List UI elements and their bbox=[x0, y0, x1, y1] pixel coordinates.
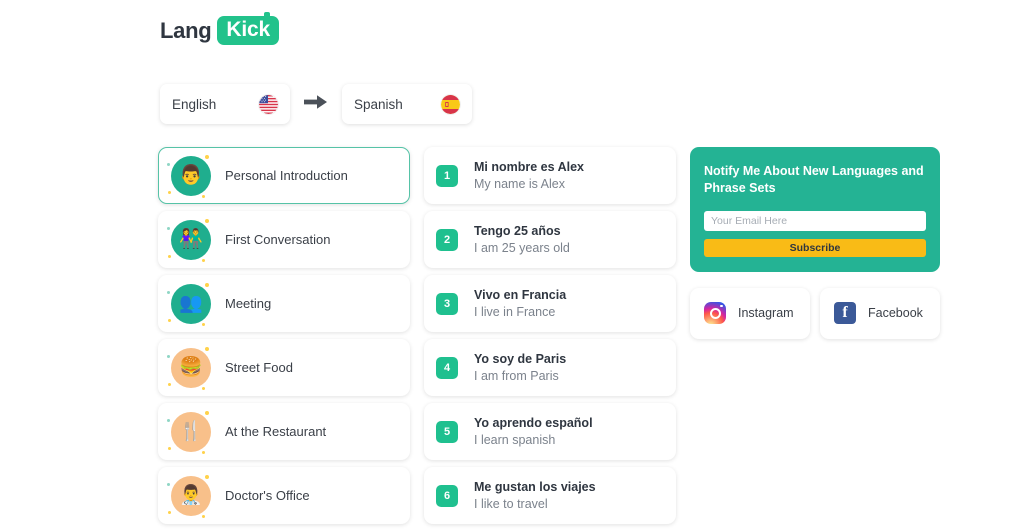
doctor-icon: 👨‍⚕️ bbox=[167, 474, 211, 518]
phrase-number-badge: 1 bbox=[436, 164, 458, 187]
subscribe-button[interactable]: Subscribe bbox=[704, 238, 926, 257]
phrase-number-badge: 2 bbox=[436, 228, 458, 251]
subscribe-panel: Notify Me About New Languages and Phrase… bbox=[690, 147, 940, 272]
target-language-select[interactable]: Spanish bbox=[342, 84, 472, 124]
phrase-target-text: Vivo en Francia bbox=[474, 287, 567, 302]
topic-item[interactable]: 🍴 At the Restaurant bbox=[158, 403, 410, 460]
logo-text-kick: Kick bbox=[217, 16, 279, 45]
language-selector: English Spanish bbox=[160, 84, 472, 124]
group-people-icon: 👥 bbox=[167, 282, 211, 326]
phrase-source-text: I am from Paris bbox=[474, 368, 559, 383]
phrase-source-text: My name is Alex bbox=[474, 176, 566, 191]
topic-icon-glyph: 👫 bbox=[179, 229, 203, 250]
topic-list: 👨 Personal Introduction 👫 First Conversatio… bbox=[158, 147, 410, 531]
cutlery-icon: 🍴 bbox=[167, 410, 211, 454]
facebook-label: Facebook bbox=[868, 306, 923, 321]
subscribe-title: Notify Me About New Languages and Phrase… bbox=[704, 164, 924, 195]
phrase-source-text: I like to travel bbox=[474, 496, 548, 511]
app-root: Lang Kick English Spanish 👨 Personal Int… bbox=[0, 0, 1024, 529]
target-language-label: Spanish bbox=[354, 96, 403, 112]
topic-item[interactable]: 👫 First Conversation bbox=[158, 211, 410, 268]
phrase-number-badge: 4 bbox=[436, 356, 458, 379]
phrase-item[interactable]: 2 Tengo 25 años I am 25 years old bbox=[424, 211, 676, 268]
topic-item[interactable]: 👨 Personal Introduction bbox=[158, 147, 410, 204]
phrase-item[interactable]: 3 Vivo en Francia I live in France bbox=[424, 275, 676, 332]
topic-item[interactable]: 👨‍⚕️ Doctor's Office bbox=[158, 467, 410, 524]
source-language-label: English bbox=[172, 96, 217, 112]
phrase-number-badge: 5 bbox=[436, 420, 458, 443]
topic-icon-glyph: 👨‍⚕️ bbox=[179, 485, 203, 506]
topic-label: Meeting bbox=[225, 296, 272, 311]
instagram-icon bbox=[704, 302, 726, 325]
facebook-icon: f bbox=[834, 302, 856, 325]
phrase-item[interactable]: 1 Mi nombre es Alex My name is Alex bbox=[424, 147, 676, 204]
topic-icon-glyph: 🍴 bbox=[179, 421, 203, 442]
phrase-number-badge: 6 bbox=[436, 484, 458, 507]
topic-icon-glyph: 👨 bbox=[179, 165, 203, 186]
topic-label: At the Restaurant bbox=[225, 424, 327, 439]
source-language-select[interactable]: English bbox=[160, 84, 290, 124]
phrase-item[interactable]: 5 Yo aprendo español I learn spanish bbox=[424, 403, 676, 460]
topic-icon-glyph: 🍔 bbox=[179, 357, 203, 378]
phrase-target-text: Me gustan los viajes bbox=[474, 479, 596, 494]
topic-label: Doctor's Office bbox=[225, 488, 310, 503]
arrow-right-icon bbox=[304, 94, 328, 115]
phrase-list: 1 Mi nombre es Alex My name is Alex 2 Tengo … bbox=[424, 147, 676, 531]
phrase-target-text: Mi nombre es Alex bbox=[474, 159, 584, 174]
person-avatar-icon: 👨 bbox=[167, 154, 211, 198]
two-people-icon: 👫 bbox=[167, 218, 211, 262]
facebook-link[interactable]: f Facebook bbox=[820, 287, 940, 339]
phrase-source-text: I live in France bbox=[474, 304, 556, 319]
us-flag-icon bbox=[259, 94, 278, 114]
topic-item[interactable]: 👥 Meeting bbox=[158, 275, 410, 332]
social-links: Instagram f Facebook bbox=[690, 287, 940, 339]
spain-flag-icon bbox=[441, 94, 460, 114]
phrase-source-text: I am 25 years old bbox=[474, 240, 570, 255]
phrase-item[interactable]: 6 Me gustan los viajes I like to travel bbox=[424, 467, 676, 524]
topic-item[interactable]: 🍔 Street Food bbox=[158, 339, 410, 396]
phrase-number-badge: 3 bbox=[436, 292, 458, 315]
topic-label: Personal Introduction bbox=[225, 168, 348, 183]
topic-label: Street Food bbox=[225, 360, 293, 375]
instagram-label: Instagram bbox=[738, 306, 794, 321]
logo-text-lang: Lang bbox=[160, 17, 212, 43]
instagram-link[interactable]: Instagram bbox=[690, 287, 810, 339]
topic-label: First Conversation bbox=[225, 232, 331, 247]
phrase-target-text: Yo aprendo español bbox=[474, 415, 593, 430]
sidebar-column: Notify Me About New Languages and Phrase… bbox=[690, 147, 940, 339]
speech-bubble-tail-icon bbox=[263, 12, 270, 19]
burger-icon: 🍔 bbox=[167, 346, 211, 390]
phrase-source-text: I learn spanish bbox=[474, 432, 556, 447]
topic-icon-glyph: 👥 bbox=[179, 293, 203, 314]
logo[interactable]: Lang Kick bbox=[160, 12, 279, 45]
phrase-target-text: Yo soy de Paris bbox=[474, 351, 567, 366]
email-input[interactable] bbox=[704, 210, 926, 231]
phrase-item[interactable]: 4 Yo soy de Paris I am from Paris bbox=[424, 339, 676, 396]
phrase-target-text: Tengo 25 años bbox=[474, 223, 561, 238]
logo-badge-kick: Kick bbox=[217, 12, 279, 45]
